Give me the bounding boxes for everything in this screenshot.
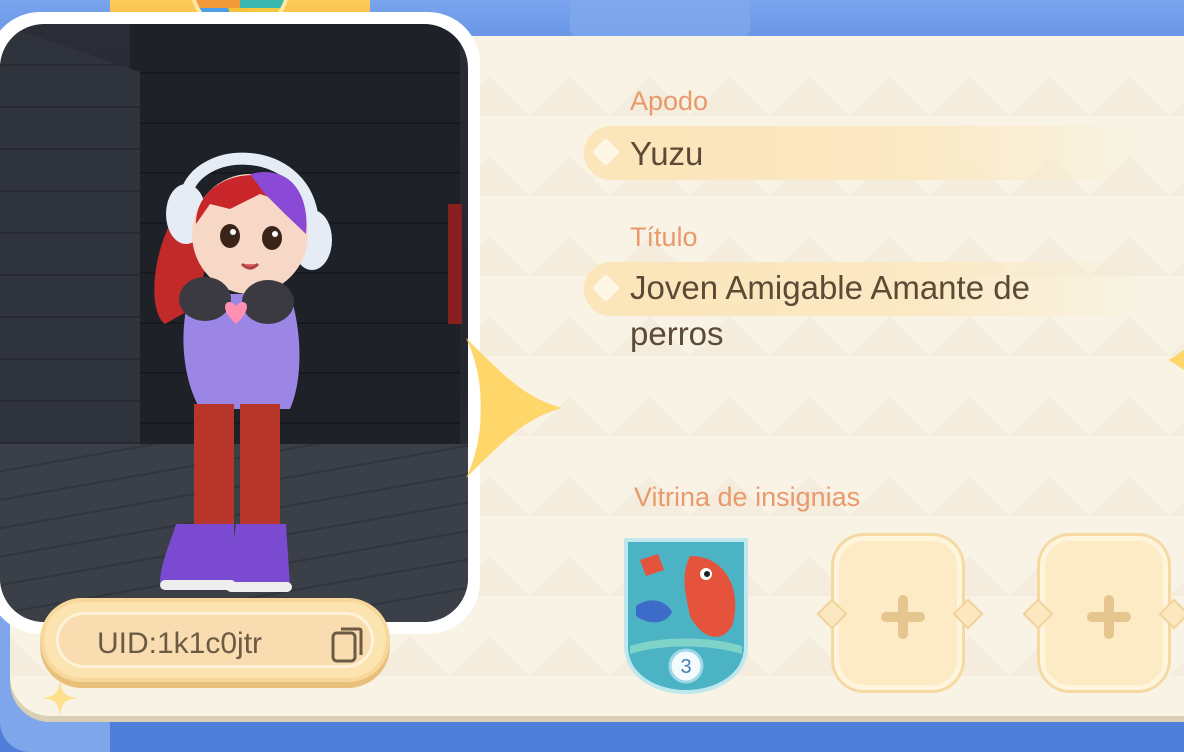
- star-right-icon: [1168, 349, 1184, 371]
- fishing-badge-icon[interactable]: 3: [620, 536, 752, 694]
- star-divider-icon: [466, 338, 562, 478]
- clock-icon: [570, 0, 750, 40]
- badge-level: 3: [680, 656, 691, 678]
- nickname-label: Apodo: [630, 86, 709, 116]
- empty-badge-slot[interactable]: [816, 536, 984, 690]
- sparkle-icon: [42, 680, 78, 716]
- copy-icon[interactable]: [329, 625, 365, 665]
- avatar-scene: [0, 24, 468, 622]
- uid-text: UID:1k1c0jtr: [97, 627, 263, 660]
- diamond-icon: [591, 273, 621, 303]
- empty-badge-slot[interactable]: [1022, 536, 1184, 690]
- nickname-field: Yuzu: [584, 126, 1144, 180]
- title-value-line1: Joven Amigable Amante de: [630, 269, 1030, 306]
- title-value-line2: perros: [630, 315, 724, 352]
- plus-icon: [1087, 595, 1131, 639]
- avatar-card[interactable]: [0, 12, 480, 634]
- player-avatar: [154, 152, 332, 592]
- uid-inner: UID:1k1c0jtr: [56, 612, 374, 668]
- nickname-value: Yuzu: [630, 135, 704, 172]
- plus-icon: [881, 595, 925, 639]
- uid-pill[interactable]: UID:1k1c0jtr: [40, 598, 390, 682]
- badges-label: Vitrina de insignias: [634, 482, 861, 512]
- diamond-icon: [591, 137, 621, 167]
- title-label: Título: [630, 222, 698, 252]
